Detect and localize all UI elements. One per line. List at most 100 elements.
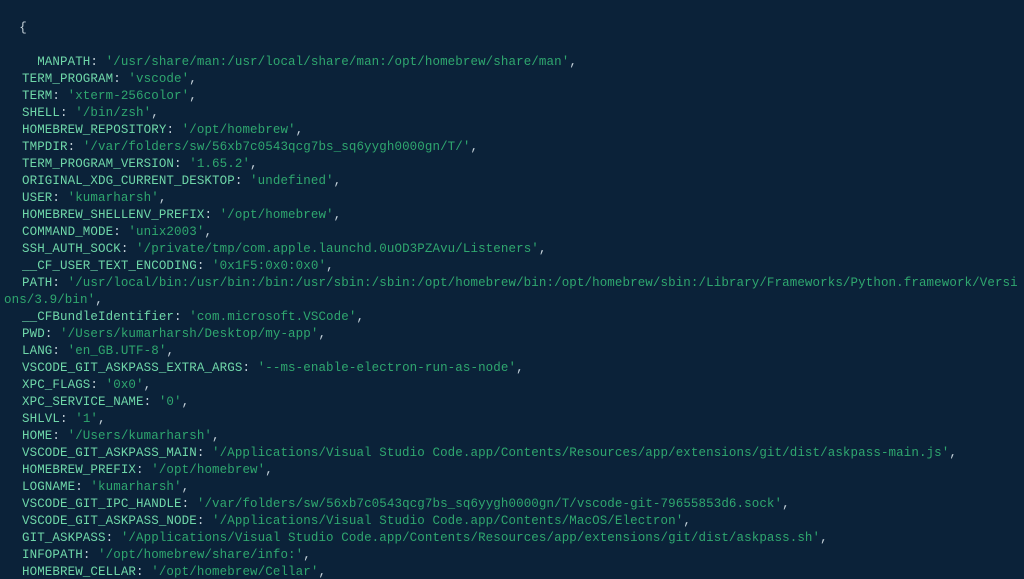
colon: : <box>68 140 83 154</box>
env-key: COMMAND_MODE <box>22 225 113 239</box>
env-key: GIT_ASKPASS <box>22 531 106 545</box>
comma: , <box>318 327 326 341</box>
env-value: '/Applications/Visual Studio Code.app/Co… <box>212 446 949 460</box>
env-key: TERM <box>22 89 52 103</box>
comma: , <box>539 242 547 256</box>
env-key: __CFBundleIdentifier <box>22 310 174 324</box>
colon: : <box>52 276 67 290</box>
env-key: XPC_FLAGS <box>22 378 90 392</box>
env-value: '0x1F5:0x0:0x0' <box>212 259 326 273</box>
comma: , <box>182 480 190 494</box>
comma: , <box>189 72 197 86</box>
env-key: MANPATH <box>37 55 90 69</box>
env-key: VSCODE_GIT_ASKPASS_NODE <box>22 514 197 528</box>
env-value: '/private/tmp/com.apple.launchd.0uOD3PZA… <box>136 242 539 256</box>
env-value: 'kumarharsh' <box>68 191 159 205</box>
colon: : <box>113 72 128 86</box>
comma: , <box>144 378 152 392</box>
comma: , <box>683 514 691 528</box>
env-value: '/bin/zsh' <box>75 106 151 120</box>
env-value: 'xterm-256color' <box>68 89 190 103</box>
comma: , <box>204 225 212 239</box>
colon: : <box>197 514 212 528</box>
colon: : <box>136 463 151 477</box>
colon: : <box>52 89 67 103</box>
env-value: 'en_GB.UTF-8' <box>68 344 167 358</box>
colon: : <box>60 106 75 120</box>
comma: , <box>470 140 478 154</box>
colon: : <box>52 429 67 443</box>
env-value: '/Users/kumarharsh/Desktop/my-app' <box>60 327 318 341</box>
colon: : <box>235 174 250 188</box>
env-value: '/opt/homebrew' <box>151 463 265 477</box>
env-key: ORIGINAL_XDG_CURRENT_DESKTOP <box>22 174 235 188</box>
comma: , <box>212 429 220 443</box>
env-key: LOGNAME <box>22 480 75 494</box>
colon: : <box>204 208 219 222</box>
env-value: '/opt/homebrew/Cellar' <box>151 565 318 579</box>
comma: , <box>820 531 828 545</box>
comma: , <box>250 157 258 171</box>
env-value: '/opt/homebrew' <box>182 123 296 137</box>
colon: : <box>113 225 128 239</box>
env-key: TERM_PROGRAM <box>22 72 113 86</box>
comma: , <box>334 208 342 222</box>
colon: : <box>144 395 159 409</box>
env-value: '/var/folders/sw/56xb7c0543qcg7bs_sq6yyg… <box>83 140 471 154</box>
env-key: HOMEBREW_SHELLENV_PREFIX <box>22 208 204 222</box>
comma: , <box>296 123 304 137</box>
env-key: VSCODE_GIT_ASKPASS_MAIN <box>22 446 197 460</box>
env-value: '/usr/local/bin:/usr/bin:/bin:/usr/sbin:… <box>4 276 1018 307</box>
colon: : <box>197 259 212 273</box>
env-value: 'vscode' <box>128 72 189 86</box>
colon: : <box>174 157 189 171</box>
env-key: TERM_PROGRAM_VERSION <box>22 157 174 171</box>
comma: , <box>516 361 524 375</box>
colon: : <box>182 497 197 511</box>
colon: : <box>90 378 105 392</box>
env-value: '/usr/share/man:/usr/local/share/man:/op… <box>106 55 570 69</box>
terminal-output[interactable]: { MANPATH: '/usr/share/man:/usr/local/sh… <box>0 0 1024 579</box>
env-key: PATH <box>22 276 52 290</box>
env-value: 'undefined' <box>250 174 334 188</box>
env-value: '1.65.2' <box>189 157 250 171</box>
comma: , <box>949 446 957 460</box>
env-key: HOMEBREW_CELLAR <box>22 565 136 579</box>
comma: , <box>189 89 197 103</box>
comma: , <box>98 412 106 426</box>
env-key: PWD <box>22 327 45 341</box>
comma: , <box>782 497 790 511</box>
env-key: VSCODE_GIT_ASKPASS_EXTRA_ARGS <box>22 361 242 375</box>
env-key: INFOPATH <box>22 548 83 562</box>
colon: : <box>121 242 136 256</box>
env-key: USER <box>22 191 52 205</box>
colon: : <box>52 191 67 205</box>
env-key: SHELL <box>22 106 60 120</box>
colon: : <box>174 310 189 324</box>
env-value: '/Applications/Visual Studio Code.app/Co… <box>121 531 820 545</box>
comma: , <box>569 55 577 69</box>
colon: : <box>45 327 60 341</box>
env-value: 'kumarharsh' <box>90 480 181 494</box>
env-key: LANG <box>22 344 52 358</box>
env-key: XPC_SERVICE_NAME <box>22 395 144 409</box>
env-value: 'com.microsoft.VSCode' <box>189 310 356 324</box>
colon: : <box>106 531 121 545</box>
env-key: SHLVL <box>22 412 60 426</box>
env-value: '/Users/kumarharsh' <box>68 429 212 443</box>
comma: , <box>356 310 364 324</box>
env-key: __CF_USER_TEXT_ENCODING <box>22 259 197 273</box>
env-key: HOMEBREW_PREFIX <box>22 463 136 477</box>
colon: : <box>52 344 67 358</box>
env-key: SSH_AUTH_SOCK <box>22 242 121 256</box>
env-value: '/Applications/Visual Studio Code.app/Co… <box>212 514 683 528</box>
comma: , <box>334 174 342 188</box>
comma: , <box>159 191 167 205</box>
colon: : <box>90 55 105 69</box>
env-key: HOME <box>22 429 52 443</box>
env-value: '--ms-enable-electron-run-as-node' <box>258 361 516 375</box>
colon: : <box>166 123 181 137</box>
comma: , <box>95 293 103 307</box>
env-key: VSCODE_GIT_IPC_HANDLE <box>22 497 182 511</box>
colon: : <box>242 361 257 375</box>
